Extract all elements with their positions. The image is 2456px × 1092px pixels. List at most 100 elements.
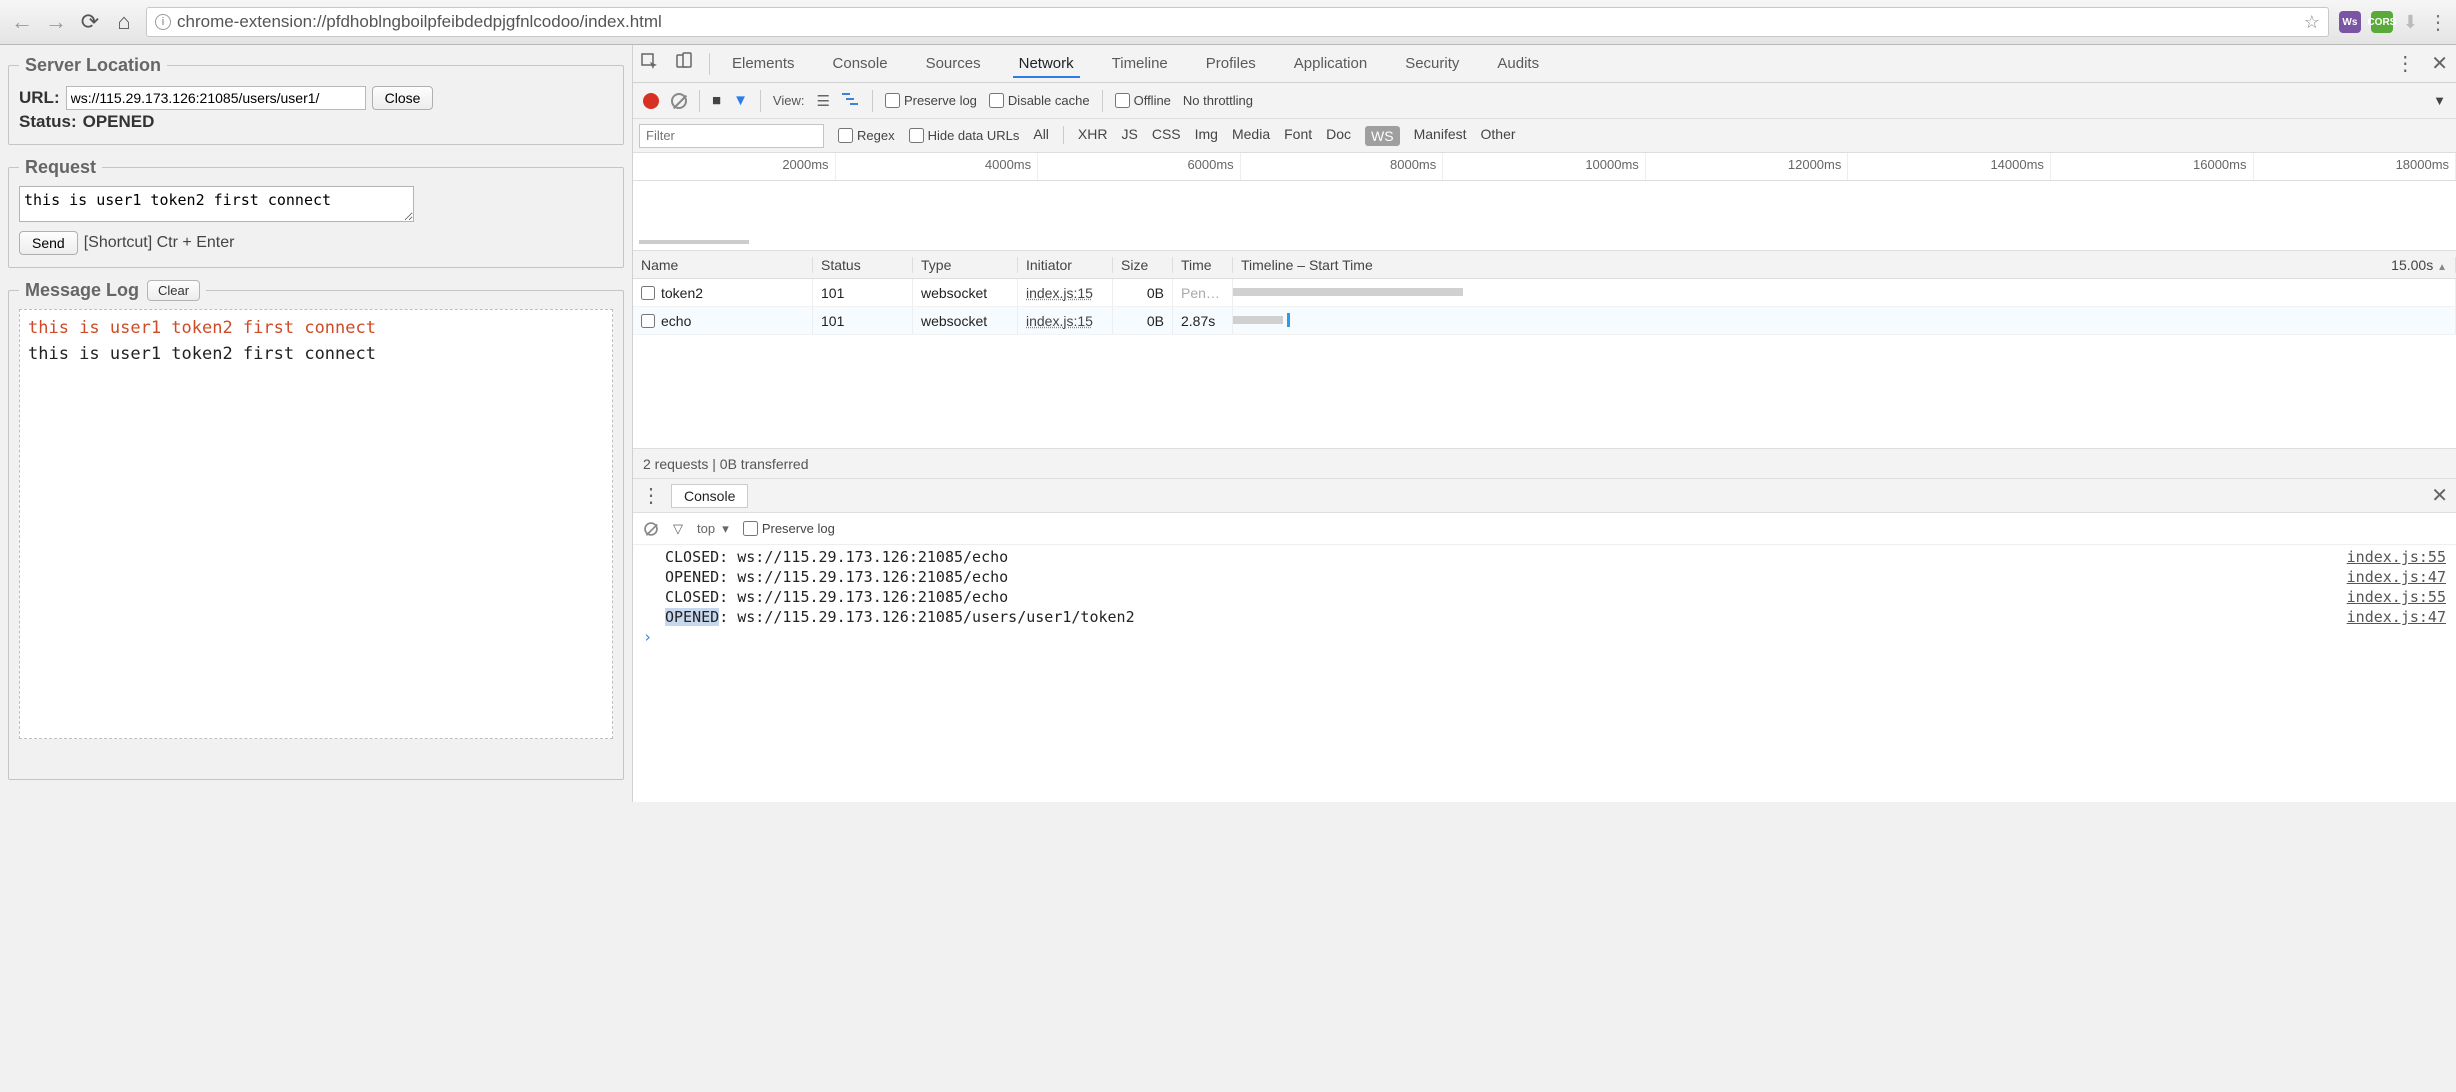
close-button[interactable]: Close [372, 86, 434, 110]
send-button[interactable]: Send [19, 231, 78, 255]
filter-type-xhr[interactable]: XHR [1078, 126, 1108, 146]
console-tab[interactable]: Console [671, 484, 748, 508]
devtools-tab-audits[interactable]: Audits [1491, 49, 1545, 78]
timeline-overview[interactable] [633, 181, 2456, 251]
col-name[interactable]: Name [633, 257, 813, 273]
devtools-tab-network[interactable]: Network [1013, 49, 1080, 78]
clear-button[interactable] [671, 93, 687, 109]
server-location-group: Server Location URL: Close Status: OPENE… [8, 55, 624, 145]
devtools-tabbar: Elements Console Sources Network Timeline Pro… [633, 45, 2456, 83]
reload-button[interactable]: ⟳ [78, 9, 102, 35]
row-name: echo [661, 313, 691, 329]
row-time: 2.87s [1173, 307, 1233, 334]
device-toggle-icon[interactable] [675, 52, 693, 75]
view-waterfall-icon[interactable] [842, 92, 860, 110]
console-source-link[interactable]: index.js:47 [2347, 608, 2446, 626]
table-row[interactable]: token2101websocketindex.js:150BPen… [633, 279, 2456, 307]
throttling-select[interactable]: No throttling [1183, 93, 1253, 108]
ws-url-input[interactable] [66, 86, 366, 110]
preserve-log-checkbox[interactable]: Preserve log [885, 93, 977, 108]
filter-type-other[interactable]: Other [1481, 126, 1516, 146]
filter-type-font[interactable]: Font [1284, 126, 1312, 146]
filter-type-ws[interactable]: WS [1365, 126, 1400, 146]
view-label: View: [773, 93, 805, 108]
row-initiator-link[interactable]: index.js:15 [1026, 313, 1093, 329]
col-size[interactable]: Size [1113, 257, 1173, 273]
row-checkbox[interactable] [641, 286, 655, 300]
console-source-link[interactable]: index.js:55 [2347, 548, 2446, 566]
log-line: this is user1 token2 first connect [28, 316, 604, 342]
table-header[interactable]: Name Status Type Initiator Size Time Tim… [633, 251, 2456, 279]
devtools-close-icon[interactable]: ✕ [2431, 51, 2448, 76]
ruler-tick: 18000ms [2254, 153, 2456, 180]
filter-type-media[interactable]: Media [1232, 126, 1270, 146]
inspect-element-icon[interactable] [641, 53, 659, 76]
console-drawer-close-icon[interactable]: ✕ [2431, 483, 2448, 508]
filter-type-js[interactable]: JS [1121, 126, 1137, 146]
bookmark-star-icon[interactable]: ☆ [2304, 12, 2320, 33]
screenshot-icon[interactable]: ■ [712, 92, 721, 109]
message-log: this is user1 token2 first connectthis i… [19, 309, 613, 739]
console-line: CLOSED: ws://115.29.173.126:21085/echoin… [633, 587, 2456, 607]
row-status: 101 [813, 279, 913, 306]
console-source-link[interactable]: index.js:47 [2347, 568, 2446, 586]
filter-type-doc[interactable]: Doc [1326, 126, 1351, 146]
filter-input[interactable] [639, 124, 824, 148]
websocket-client-panel: Server Location URL: Close Status: OPENE… [0, 45, 632, 802]
row-initiator-link[interactable]: index.js:15 [1026, 285, 1093, 301]
send-shortcut-hint: [Shortcut] Ctr + Enter [84, 234, 235, 252]
back-button[interactable]: ← [10, 9, 34, 35]
filter-type-img[interactable]: Img [1195, 126, 1218, 146]
devtools-tab-console[interactable]: Console [827, 49, 894, 78]
row-status: 101 [813, 307, 913, 334]
devtools-tab-security[interactable]: Security [1399, 49, 1465, 78]
forward-button[interactable]: → [44, 9, 68, 35]
console-source-link[interactable]: index.js:55 [2347, 588, 2446, 606]
offline-checkbox[interactable]: Offline [1115, 93, 1171, 108]
record-button[interactable] [643, 93, 659, 109]
row-waterfall [1233, 279, 2456, 306]
col-time[interactable]: Time [1173, 257, 1233, 273]
col-type[interactable]: Type [913, 257, 1018, 273]
console-context-select[interactable]: top ▾ [697, 521, 729, 537]
devtools-tab-profiles[interactable]: Profiles [1200, 49, 1262, 78]
view-list-icon[interactable]: ☰ [816, 92, 829, 110]
filter-type-css[interactable]: CSS [1152, 126, 1181, 146]
downloads-icon[interactable]: ⬇ [2403, 12, 2418, 33]
ruler-tick: 12000ms [1646, 153, 1849, 180]
filter-type-manifest[interactable]: Manifest [1414, 126, 1467, 146]
row-checkbox[interactable] [641, 314, 655, 328]
console-preserve-log-checkbox[interactable]: Preserve log [743, 521, 835, 536]
throttling-caret-icon[interactable]: ▼ [2433, 93, 2446, 108]
browser-menu-icon[interactable]: ⋮ [2428, 10, 2446, 35]
network-filterbar: Regex Hide data URLs All XHR JS CSS Img Media… [633, 119, 2456, 153]
console-filter-icon[interactable]: ▽ [673, 521, 683, 537]
console-line: CLOSED: ws://115.29.173.126:21085/echoin… [633, 547, 2456, 567]
table-row[interactable]: echo101websocketindex.js:150B2.87s [633, 307, 2456, 335]
ruler-tick: 8000ms [1241, 153, 1444, 180]
extension-cors-icon[interactable]: CORS [2371, 11, 2393, 33]
console-output[interactable]: CLOSED: ws://115.29.173.126:21085/echoin… [633, 545, 2456, 802]
home-button[interactable]: ⌂ [112, 9, 136, 35]
filter-toggle-icon[interactable]: ▼ [733, 92, 748, 109]
col-timeline[interactable]: Timeline – Start Time 15.00s ▲ [1233, 257, 2456, 273]
regex-checkbox[interactable]: Regex [838, 128, 895, 143]
devtools-tab-elements[interactable]: Elements [726, 49, 801, 78]
address-bar[interactable]: i chrome-extension://pfdhoblngboilpfeibd… [146, 7, 2329, 37]
devtools-tab-timeline[interactable]: Timeline [1106, 49, 1174, 78]
devtools-tab-sources[interactable]: Sources [920, 49, 987, 78]
console-prompt[interactable]: › [633, 627, 2456, 629]
devtools-menu-icon[interactable]: ⋮ [2395, 51, 2415, 76]
filter-type-all[interactable]: All [1033, 126, 1049, 146]
col-status[interactable]: Status [813, 257, 913, 273]
request-body-input[interactable]: this is user1 token2 first connect [19, 186, 414, 222]
site-info-icon[interactable]: i [155, 14, 171, 30]
devtools-tab-application[interactable]: Application [1288, 49, 1373, 78]
console-drawer-menu-icon[interactable]: ⋮ [641, 483, 661, 508]
hide-dataurls-checkbox[interactable]: Hide data URLs [909, 128, 1020, 143]
extension-ws-icon[interactable]: Ws [2339, 11, 2361, 33]
clear-log-button[interactable]: Clear [147, 280, 200, 301]
disable-cache-checkbox[interactable]: Disable cache [989, 93, 1090, 108]
col-initiator[interactable]: Initiator [1018, 257, 1113, 273]
console-clear-icon[interactable] [644, 522, 658, 536]
